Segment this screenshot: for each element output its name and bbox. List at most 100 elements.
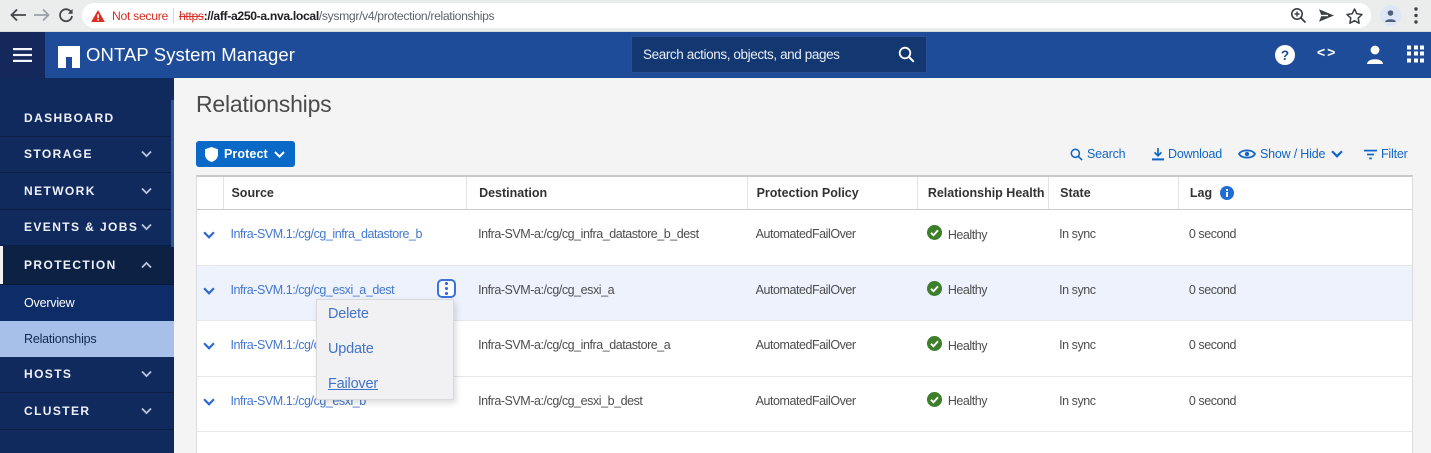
- chevron-up-icon: [141, 261, 152, 268]
- user-account-icon[interactable]: [1366, 45, 1384, 64]
- column-header-state[interactable]: State: [1048, 177, 1178, 209]
- eye-icon: [1238, 148, 1256, 160]
- menu-item-delete[interactable]: Delete: [317, 304, 453, 324]
- sidebar-item-relationships[interactable]: Relationships: [0, 321, 174, 357]
- healthy-check-icon: [927, 281, 942, 296]
- url-scheme: https: [179, 9, 204, 23]
- sidebar-item-label: PROTECTION: [24, 258, 117, 272]
- action-label: Filter: [1381, 147, 1408, 161]
- app-title: ONTAP System Manager: [86, 32, 295, 78]
- column-header-lag[interactable]: Lag: [1178, 177, 1412, 209]
- menu-item-failover[interactable]: Failover: [317, 374, 453, 394]
- search-action[interactable]: Search: [1070, 141, 1125, 167]
- row-expander[interactable]: [197, 321, 223, 376]
- sidebar-item-cluster[interactable]: CLUSTER: [0, 393, 174, 430]
- code-api-icon[interactable]: <>: [1317, 44, 1337, 60]
- browser-menu-button[interactable]: [1410, 4, 1422, 27]
- global-search-box[interactable]: [631, 36, 927, 73]
- sidebar-item-dashboard[interactable]: DASHBOARD: [0, 100, 174, 137]
- relationship-row-1: Infra-SVM.1:/cg/cg_infra_datastore_b Infr…: [197, 210, 1412, 266]
- browser-address-bar[interactable]: Not secure https ://aff-a250-a.nva.local…: [82, 3, 1371, 28]
- show-hide-action[interactable]: Show / Hide: [1238, 141, 1343, 167]
- action-label: Download: [1168, 147, 1222, 161]
- sidebar-toggle-button[interactable]: [0, 32, 45, 78]
- lag-cell: 0 second: [1178, 377, 1412, 432]
- search-icon: [898, 46, 915, 63]
- health-cell: Healthy: [917, 210, 1048, 265]
- column-header-source[interactable]: Source: [223, 177, 465, 209]
- policy-cell: AutomatedFailOver: [747, 266, 917, 321]
- healthy-check-icon: [927, 225, 942, 240]
- url-path: /sysmgr/v4/protection/relationships: [319, 9, 494, 23]
- action-label: Show / Hide: [1260, 147, 1325, 161]
- sidebar-nav: DASHBOARD STORAGE NETWORK EVENTS & JOBS P…: [0, 78, 174, 453]
- sidebar-item-network[interactable]: NETWORK: [0, 173, 174, 210]
- download-action[interactable]: Download: [1152, 141, 1222, 167]
- chevron-down-icon: [1331, 150, 1343, 158]
- health-cell: Healthy: [917, 266, 1048, 321]
- row-actions-kebab-button[interactable]: [437, 279, 456, 298]
- lag-cell: 0 second: [1178, 266, 1412, 321]
- column-header-destination[interactable]: Destination: [466, 177, 747, 209]
- state-cell: In sync: [1048, 377, 1178, 432]
- not-secure-label: Not secure: [112, 9, 168, 23]
- sidebar-item-protection[interactable]: PROTECTION: [0, 246, 174, 285]
- healthy-check-icon: [927, 392, 942, 407]
- lag-cell: 0 second: [1178, 321, 1412, 376]
- sidebar-item-hosts[interactable]: HOSTS: [0, 357, 174, 394]
- sidebar-item-label: Overview: [24, 296, 75, 310]
- apps-grid-icon[interactable]: [1407, 45, 1424, 62]
- policy-cell: AutomatedFailOver: [747, 210, 917, 265]
- sidebar-item-events-jobs[interactable]: EVENTS & JOBS: [0, 210, 174, 247]
- sidebar-item-storage[interactable]: STORAGE: [0, 137, 174, 174]
- search-icon: [1070, 148, 1083, 161]
- column-header-protection-policy[interactable]: Protection Policy: [747, 177, 917, 209]
- filter-icon: [1364, 149, 1377, 160]
- row-expander[interactable]: [197, 266, 223, 321]
- menu-item-update[interactable]: Update: [317, 339, 453, 359]
- expand-row-icon[interactable]: [203, 398, 215, 406]
- back-arrow-icon: [10, 8, 27, 22]
- global-search-input[interactable]: [632, 47, 898, 62]
- row-context-menu: Delete Update Failover: [316, 299, 454, 400]
- healthy-check-icon: [927, 336, 942, 351]
- row-expander[interactable]: [197, 377, 223, 432]
- health-cell: Healthy: [917, 377, 1048, 432]
- sidebar-item-label: HOSTS: [24, 367, 72, 381]
- omnibox-divider: [173, 8, 174, 23]
- lag-info-icon[interactable]: [1220, 186, 1234, 200]
- browser-reload-button[interactable]: [54, 3, 78, 27]
- row-expander[interactable]: [197, 210, 223, 265]
- netapp-logo: [58, 46, 80, 68]
- source-link[interactable]: Infra-SVM.1:/cg/cg_infra_datastore_b: [230, 227, 422, 241]
- column-header-relationship-health[interactable]: Relationship Health: [917, 177, 1048, 209]
- health-cell: Healthy: [917, 321, 1048, 376]
- filter-action[interactable]: Filter: [1364, 141, 1408, 167]
- source-link[interactable]: Infra-SVM.1:/cg/cg_esxi_a_dest: [230, 283, 394, 297]
- destination-cell: Infra-SVM-a:/cg/cg_infra_datastore_a: [466, 321, 747, 376]
- expand-row-icon[interactable]: [203, 231, 215, 239]
- expand-row-icon[interactable]: [203, 342, 215, 350]
- lag-cell: 0 second: [1178, 210, 1412, 265]
- zoom-icon[interactable]: [1290, 7, 1307, 24]
- destination-cell: Infra-SVM-a:/cg/cg_infra_datastore_b_des…: [466, 210, 747, 265]
- app-header: ONTAP System Manager ? <>: [0, 32, 1431, 78]
- policy-cell: AutomatedFailOver: [747, 321, 917, 376]
- state-cell: In sync: [1048, 210, 1178, 265]
- state-cell: In sync: [1048, 266, 1178, 321]
- destination-cell: Infra-SVM-a:/cg/cg_esxi_a: [466, 266, 747, 321]
- send-icon[interactable]: [1318, 8, 1335, 23]
- browser-forward-button[interactable]: [29, 3, 53, 27]
- kebab-menu-icon: [1414, 7, 1418, 24]
- sidebar-item-overview[interactable]: Overview: [0, 285, 174, 321]
- chevron-down-icon: [141, 187, 152, 194]
- bookmark-star-icon[interactable]: [1346, 8, 1363, 24]
- browser-profile-avatar[interactable]: [1380, 5, 1401, 26]
- forward-arrow-icon: [33, 8, 50, 22]
- sidebar-item-label: DASHBOARD: [24, 111, 115, 125]
- sidebar-item-label: Relationships: [24, 332, 96, 346]
- browser-back-button[interactable]: [6, 3, 30, 27]
- expand-row-icon[interactable]: [203, 287, 215, 295]
- help-icon[interactable]: ?: [1275, 45, 1295, 65]
- state-cell: In sync: [1048, 321, 1178, 376]
